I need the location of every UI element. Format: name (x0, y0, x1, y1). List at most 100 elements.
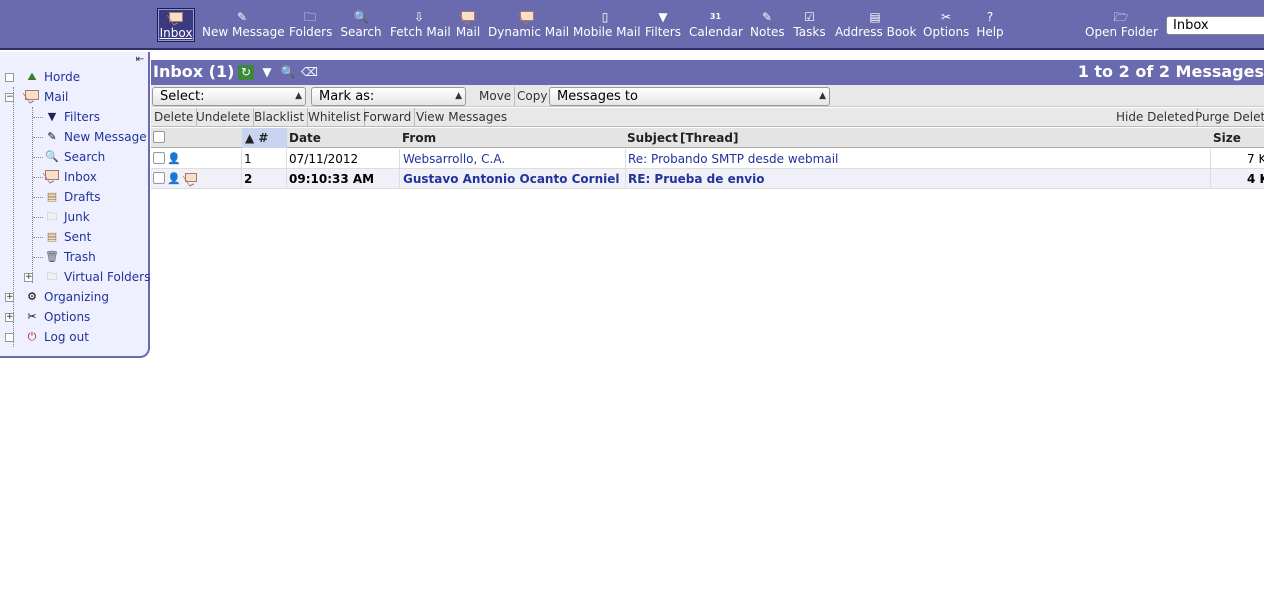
message-checkbox[interactable] (153, 172, 165, 184)
select-dropdown[interactable]: Select: ▲ (152, 87, 306, 106)
mailbox-title-bar: Inbox (1) ↻ ▼ 🔍 ⌫ 1 to 2 of 2 Messages (151, 60, 1264, 85)
help-icon: ? (986, 10, 994, 24)
column-size[interactable]: Size (1210, 128, 1241, 148)
message-from[interactable]: Gustavo Antonio Ocanto Corniel (400, 169, 625, 189)
column-from[interactable]: From (399, 128, 436, 148)
open-folder-select[interactable]: Inbox (1166, 16, 1264, 35)
horde-icon: ⛰ (27, 70, 37, 83)
nav-search[interactable]: 🔍 Search (340, 8, 382, 42)
search-icon[interactable]: 🔍 (280, 65, 296, 80)
address-book-icon: ▤ (869, 10, 881, 24)
dropdown-arrow-icon: ▲ (819, 91, 826, 101)
sidebar-item-filters[interactable]: ▼ Filters (0, 107, 148, 127)
delete-link[interactable]: Delete (151, 108, 198, 127)
sidebar-item-options[interactable]: + ✂ Options (0, 307, 148, 327)
message-number: 1 (244, 152, 252, 166)
calendar-icon: 31 (709, 12, 722, 21)
empty-folder-icon[interactable]: ⌫ (301, 65, 318, 80)
nav-calendar[interactable]: 31 Calendar (689, 8, 743, 42)
sidebar-item-horde[interactable]: ⛰ Horde (0, 67, 148, 87)
filter-icon: ▼ (47, 110, 57, 123)
purge-deleted-link[interactable]: Purge Deleted (1192, 108, 1264, 127)
table-row[interactable]: 👤 2 09:10:33 AM Gustavo Antonio Ocanto C… (151, 169, 1264, 189)
sidebar-item-mail[interactable]: − Mail (0, 87, 148, 107)
nav-inbox[interactable]: Inbox (157, 8, 195, 42)
message-subject[interactable]: Re: Probando SMTP desde webmail (625, 149, 1210, 169)
tree-collapse-icon[interactable]: − (5, 93, 14, 102)
nav-mail[interactable]: Mail (455, 8, 481, 42)
message-from[interactable]: Websarrollo, C.A. (400, 149, 625, 169)
sidebar-item-drafts[interactable]: ▤ Drafts (0, 187, 148, 207)
mail-icon (455, 10, 481, 24)
person-icon: 👤 (167, 152, 181, 165)
column-thread[interactable]: [Thread] (677, 128, 738, 148)
view-messages-link[interactable]: View Messages (413, 108, 510, 127)
nav-help[interactable]: ? Help (976, 8, 1004, 42)
blacklist-link[interactable]: Blacklist (251, 108, 309, 127)
mark-as-dropdown[interactable]: Mark as: ▲ (311, 87, 466, 106)
trash-icon: 🗑 (45, 250, 59, 263)
undelete-link[interactable]: Undelete (193, 108, 255, 127)
new-message-icon: ✎ (47, 130, 57, 143)
whitelist-link[interactable]: Whitelist (305, 108, 365, 127)
logout-icon: ⏻ (27, 330, 37, 343)
column-subject[interactable]: Subject (624, 128, 678, 148)
message-size: 7 KB (1247, 152, 1264, 166)
sidebar-item-log-out[interactable]: ⏻ Log out (0, 327, 148, 347)
forward-link[interactable]: Forward (360, 108, 416, 127)
dropdown-arrow-icon: ▲ (455, 91, 462, 101)
organizing-icon: ⚙ (27, 290, 37, 303)
sidebar-item-new-message[interactable]: ✎ New Message (0, 127, 148, 147)
message-actions-bar: Select: ▲ Mark as: ▲ Move Copy Messages … (151, 85, 1264, 107)
tree-expand-icon[interactable]: + (5, 313, 14, 322)
message-date: 07/11/2012 (289, 152, 359, 166)
notes-icon: ✎ (761, 10, 773, 24)
column-number[interactable]: ▲ # (242, 128, 287, 148)
sidebar-item-organizing[interactable]: + ⚙ Organizing (0, 287, 148, 307)
top-menu-bar: Inbox ✎ New Message 🗀 Folders 🔍 Search ⇩… (0, 0, 1264, 50)
nav-new-message[interactable]: ✎ New Message (202, 8, 285, 42)
message-list-header: ▲ # Date From Subject [Thread] Size (151, 128, 1264, 148)
message-subject[interactable]: RE: Prueba de envio (625, 169, 1210, 189)
sidebar: ⇤ ⛰ Horde − Mail ▼ Filters ✎ New Message… (0, 52, 150, 358)
message-links-bar: Delete Undelete Blacklist Whitelist Forw… (151, 108, 1264, 127)
nav-notes[interactable]: ✎ Notes (750, 8, 785, 42)
sidebar-item-junk[interactable]: 🗀 Junk (0, 207, 148, 227)
copy-button[interactable]: Copy (514, 87, 552, 106)
search-icon: 🔍 (353, 10, 369, 24)
dropdown-arrow-icon: ▲ (295, 91, 302, 101)
nav-dynamic-mail[interactable]: Dynamic Mail (488, 8, 569, 42)
message-checkbox[interactable] (153, 152, 165, 164)
nav-fetch-mail[interactable]: ⇩ Fetch Mail (390, 8, 451, 42)
mailbox-title: Inbox (1) (153, 62, 235, 81)
move-button[interactable]: Move (476, 87, 516, 106)
nav-mobile-mail[interactable]: ▯ Mobile Mail (573, 8, 641, 42)
collapse-sidebar-icon[interactable]: ⇤ (134, 54, 146, 66)
tree-expand-icon[interactable]: + (5, 293, 14, 302)
nav-open-folder[interactable]: 🗁 Open Folder (1085, 8, 1158, 42)
tree-expand-icon[interactable]: + (24, 273, 33, 282)
nav-folders[interactable]: 🗀 Folders (289, 8, 332, 42)
filter-icon: ▼ (658, 10, 668, 24)
sidebar-item-sent[interactable]: ▤ Sent (0, 227, 148, 247)
column-date[interactable]: Date (286, 128, 321, 148)
filter-icon[interactable]: ▼ (259, 65, 275, 80)
hide-deleted-link[interactable]: Hide Deleted (1113, 108, 1199, 127)
nav-address-book[interactable]: ▤ Address Book (835, 8, 916, 42)
nav-tasks[interactable]: ☑ Tasks (792, 8, 827, 42)
table-row[interactable]: 👤 1 07/11/2012 Websarrollo, C.A. Re: Pro… (151, 149, 1264, 169)
refresh-icon[interactable]: ↻ (238, 65, 254, 80)
nav-options[interactable]: ✂ Options (923, 8, 969, 42)
sidebar-item-inbox[interactable]: Inbox (0, 167, 148, 187)
messages-to-dropdown[interactable]: Messages to ▲ (549, 87, 830, 106)
dynamic-mail-icon (488, 10, 565, 24)
sidebar-item-virtual-folders[interactable]: + 🗀 Virtual Folders (0, 267, 150, 287)
nav-filters[interactable]: ▼ Filters (645, 8, 681, 42)
message-date: 09:10:33 AM (289, 172, 375, 186)
sidebar-item-trash[interactable]: 🗑 Trash (0, 247, 148, 267)
folder-icon: 🗀 (46, 210, 58, 223)
mobile-mail-icon: ▯ (601, 10, 609, 24)
tree-expand-icon[interactable] (5, 73, 14, 82)
select-all-checkbox[interactable] (153, 131, 165, 143)
sidebar-item-search[interactable]: 🔍 Search (0, 147, 148, 167)
